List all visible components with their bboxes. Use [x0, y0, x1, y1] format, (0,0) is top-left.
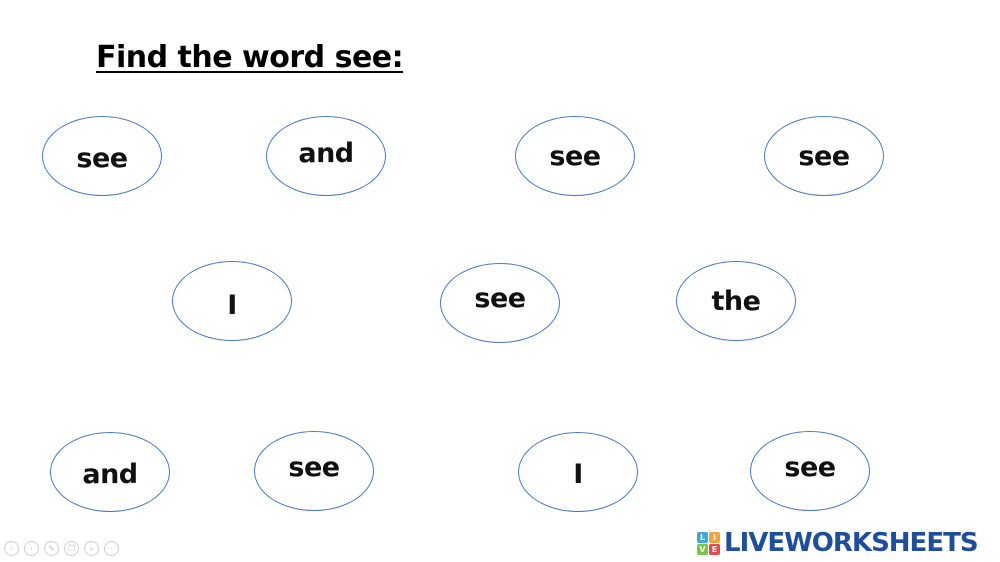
brand-logo: L I V E LIVEWORKSHEETS — [697, 528, 979, 558]
word-label: see — [76, 142, 128, 174]
word-oval[interactable]: see — [515, 116, 635, 196]
word-oval[interactable]: see — [764, 116, 884, 196]
word-label: I — [227, 289, 237, 321]
next-icon[interactable]: › — [24, 541, 39, 556]
more-icon[interactable]: ··· — [104, 541, 119, 556]
word-label: see — [798, 140, 850, 172]
pen-icon[interactable]: ✎ — [44, 541, 59, 556]
word-label: I — [573, 458, 583, 490]
logo-tile: V — [697, 543, 708, 555]
zoom-icon[interactable]: ⌕ — [84, 541, 99, 556]
word-oval[interactable]: and — [50, 432, 170, 512]
brand-name: LIVEWORKSHEETS — [724, 528, 979, 558]
word-oval[interactable]: see — [440, 263, 560, 343]
word-oval[interactable]: see — [750, 431, 870, 511]
word-oval[interactable]: I — [518, 432, 638, 512]
word-label: see — [288, 451, 340, 483]
slide-controls: ‹ › ✎ ❐ ⌕ ··· — [4, 541, 119, 556]
word-oval[interactable]: see — [254, 431, 374, 511]
worksheet-page: Find the word see: see and see see I see… — [0, 0, 1000, 562]
word-oval[interactable]: I — [172, 261, 292, 341]
logo-tile: I — [709, 531, 720, 543]
word-oval[interactable]: see — [42, 116, 162, 196]
brand-mark-icon: L I V E — [697, 531, 720, 555]
word-label: and — [298, 137, 354, 169]
word-oval[interactable]: and — [266, 116, 386, 196]
word-label: and — [82, 458, 138, 490]
word-label: see — [474, 282, 526, 314]
word-label: see — [549, 140, 601, 172]
word-label: the — [711, 285, 761, 317]
copy-icon[interactable]: ❐ — [64, 541, 79, 556]
previous-icon[interactable]: ‹ — [4, 541, 19, 556]
word-label: see — [784, 451, 836, 483]
logo-tile: E — [709, 543, 720, 555]
word-oval[interactable]: the — [676, 261, 796, 341]
page-title: Find the word see: — [96, 40, 404, 75]
logo-tile: L — [697, 531, 708, 543]
